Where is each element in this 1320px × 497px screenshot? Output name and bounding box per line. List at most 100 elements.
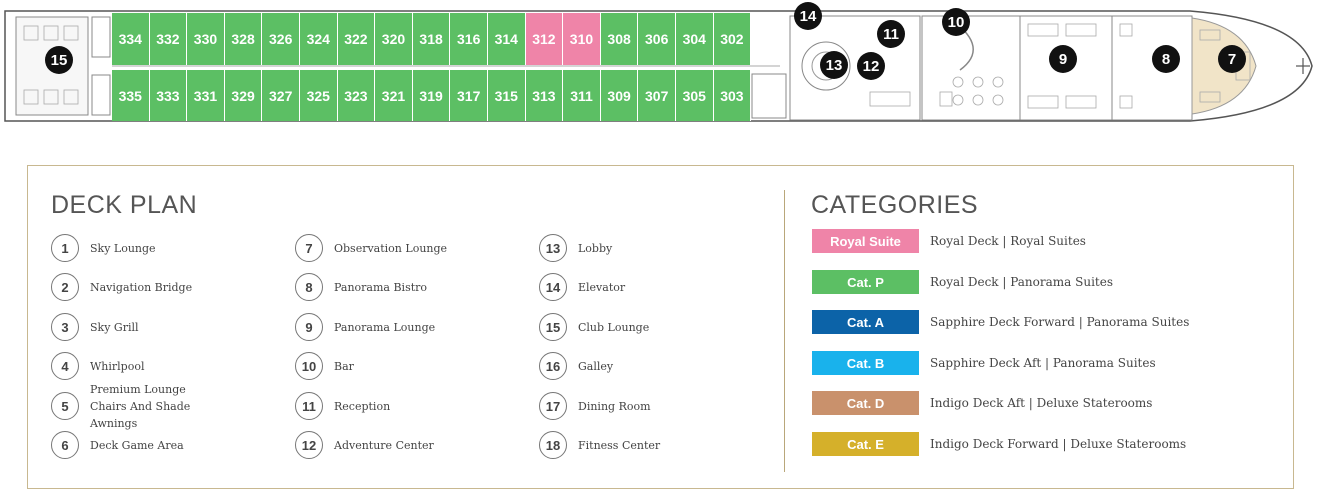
legend-item: 3 Sky Grill bbox=[51, 311, 139, 343]
legend-number-badge: 14 bbox=[539, 273, 567, 301]
cabin-327[interactable]: 327 bbox=[262, 70, 300, 121]
legend-label: Adventure Center bbox=[334, 438, 434, 452]
category-description: Indigo Deck Aft | Deluxe Staterooms bbox=[930, 396, 1153, 410]
cabin-number: 311 bbox=[570, 87, 593, 104]
cabin-number: 326 bbox=[269, 31, 293, 47]
cabin-number: 319 bbox=[419, 87, 443, 104]
cabin-334[interactable]: 334 bbox=[112, 13, 150, 65]
cabin-312[interactable]: 312 bbox=[525, 13, 564, 65]
cabin-328[interactable]: 328 bbox=[224, 13, 263, 65]
cabin-324[interactable]: 324 bbox=[300, 13, 338, 65]
category-row: Royal Suite Royal Deck | Royal Suites bbox=[812, 229, 1086, 253]
cabin-number: 315 bbox=[494, 87, 518, 104]
cabin-329[interactable]: 329 bbox=[224, 70, 263, 121]
legend-number-badge: 10 bbox=[295, 352, 323, 380]
category-swatch: Cat. A bbox=[812, 310, 919, 334]
legend-number-badge: 16 bbox=[539, 352, 567, 380]
legend-item: 13 Lobby bbox=[539, 232, 612, 264]
legend-label: Dining Room bbox=[578, 399, 651, 413]
legend-number-badge: 2 bbox=[51, 273, 79, 301]
legend-number-badge: 9 bbox=[295, 313, 323, 341]
legend-label: Sky Grill bbox=[90, 320, 139, 334]
legend-number-badge: 8 bbox=[295, 273, 323, 301]
cabin-number: 318 bbox=[419, 31, 443, 47]
legend-item: 4 Whirlpool bbox=[51, 350, 145, 382]
cabin-315[interactable]: 315 bbox=[488, 70, 526, 121]
cabin-335[interactable]: 335 bbox=[112, 70, 150, 121]
cabin-323[interactable]: 323 bbox=[337, 70, 376, 121]
cabin-number: 316 bbox=[457, 31, 481, 47]
cabin-number: 332 bbox=[156, 31, 180, 47]
cabin-308[interactable]: 308 bbox=[600, 13, 639, 65]
cabin-332[interactable]: 332 bbox=[149, 13, 188, 65]
cabin-number: 325 bbox=[306, 87, 330, 104]
cabin-310[interactable]: 310 bbox=[563, 13, 601, 65]
cabin-304[interactable]: 304 bbox=[676, 13, 714, 65]
category-swatch: Cat. P bbox=[812, 270, 919, 294]
category-description: Royal Deck | Panorama Suites bbox=[930, 275, 1113, 289]
cabin-303[interactable]: 303 bbox=[713, 70, 752, 121]
category-swatch: Royal Suite bbox=[812, 229, 919, 253]
deck-plan-heading: DECK PLAN bbox=[51, 191, 198, 219]
cabin-307[interactable]: 307 bbox=[638, 70, 676, 121]
cabin-330[interactable]: 330 bbox=[187, 13, 225, 65]
legend-item: 8 Panorama Bistro bbox=[295, 271, 427, 303]
legend-divider bbox=[784, 190, 785, 472]
cabin-number: 309 bbox=[607, 87, 631, 104]
cabin-318[interactable]: 318 bbox=[412, 13, 451, 65]
cabin-331[interactable]: 331 bbox=[187, 70, 225, 121]
cabin-317[interactable]: 317 bbox=[450, 70, 488, 121]
legend-item: 15 Club Lounge bbox=[539, 311, 649, 343]
legend-item: 9 Panorama Lounge bbox=[295, 311, 435, 343]
cabin-number: 329 bbox=[231, 87, 255, 104]
cabin-313[interactable]: 313 bbox=[525, 70, 564, 121]
category-swatch: Cat. E bbox=[812, 432, 919, 456]
category-description: Sapphire Deck Aft | Panorama Suites bbox=[930, 356, 1156, 370]
cabin-322[interactable]: 322 bbox=[337, 13, 376, 65]
legend-item: 11 Reception bbox=[295, 390, 390, 422]
cabin-302[interactable]: 302 bbox=[713, 13, 752, 65]
legend-label: Galley bbox=[578, 359, 614, 373]
legend-label: Navigation Bridge bbox=[90, 280, 193, 294]
legend-label: Fitness Center bbox=[578, 438, 661, 452]
cabin-316[interactable]: 316 bbox=[450, 13, 488, 65]
legend-item: 10 Bar bbox=[295, 350, 354, 382]
cabin-305[interactable]: 305 bbox=[676, 70, 714, 121]
cabin-326[interactable]: 326 bbox=[262, 13, 300, 65]
legend-number-badge: 15 bbox=[539, 313, 567, 341]
legend-item: 6 Deck Game Area bbox=[51, 429, 184, 461]
cabin-320[interactable]: 320 bbox=[375, 13, 413, 65]
cabin-333[interactable]: 333 bbox=[149, 70, 188, 121]
legend-item: 17 Dining Room bbox=[539, 390, 651, 422]
cabin-number: 312 bbox=[532, 31, 556, 47]
category-description: Royal Deck | Royal Suites bbox=[930, 234, 1086, 248]
legend-item: 12 Adventure Center bbox=[295, 429, 434, 461]
venue-marker-13: 13 bbox=[820, 51, 848, 79]
venue-marker-7: 7 bbox=[1218, 45, 1246, 73]
venue-marker-9: 9 bbox=[1049, 45, 1077, 73]
cabin-309[interactable]: 309 bbox=[600, 70, 639, 121]
legend-label: Deck Game Area bbox=[90, 438, 184, 452]
cabin-319[interactable]: 319 bbox=[412, 70, 451, 121]
category-swatch: Cat. B bbox=[812, 351, 919, 375]
legend-label: Elevator bbox=[578, 280, 626, 294]
legend-number-badge: 7 bbox=[295, 234, 323, 262]
cabin-number: 333 bbox=[156, 87, 180, 104]
cabin-number: 328 bbox=[231, 31, 255, 47]
venue-marker-14: 14 bbox=[794, 2, 822, 30]
cabin-325[interactable]: 325 bbox=[300, 70, 338, 121]
cabin-306[interactable]: 306 bbox=[638, 13, 676, 65]
legend-label: Observation Lounge bbox=[334, 241, 448, 255]
cabin-number: 313 bbox=[532, 87, 556, 104]
legend-item: 7 Observation Lounge bbox=[295, 232, 447, 264]
cabin-number: 314 bbox=[494, 31, 518, 47]
cabin-311[interactable]: 311 bbox=[563, 70, 601, 121]
cabin-314[interactable]: 314 bbox=[488, 13, 526, 65]
legend-item: 14 Elevator bbox=[539, 271, 625, 303]
legend-label: Club Lounge bbox=[578, 320, 650, 334]
cabin-number: 307 bbox=[645, 87, 669, 104]
legend-number-badge: 5 bbox=[51, 392, 79, 420]
legend-label: Reception bbox=[334, 399, 391, 413]
cabin-number: 303 bbox=[720, 87, 744, 104]
cabin-321[interactable]: 321 bbox=[375, 70, 413, 121]
